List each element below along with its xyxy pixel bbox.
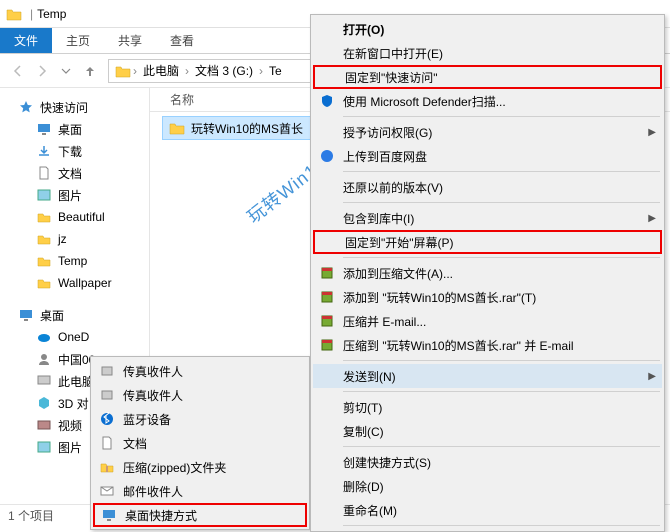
- pc-icon: [36, 373, 52, 389]
- context-menu: 打开(O) 在新窗口中打开(E) 固定到"快速访问" 使用 Microsoft …: [310, 14, 665, 532]
- tab-share[interactable]: 共享: [104, 28, 156, 53]
- folder-icon: [6, 6, 22, 22]
- crumb-folder[interactable]: Te: [265, 64, 286, 78]
- menu-zip[interactable]: 压缩(zipped)文件夹: [93, 455, 307, 479]
- menu-add-rar-named[interactable]: 添加到 "玩转Win10的MS酋长.rar"(T): [313, 285, 662, 309]
- menu-rename[interactable]: 重命名(M): [313, 498, 662, 522]
- menu-desktop-shortcut[interactable]: 桌面快捷方式: [93, 503, 307, 527]
- chevron-right-icon: ▶: [648, 371, 656, 382]
- file-name: 玩转Win10的MS酋长: [191, 120, 303, 137]
- shield-icon: [317, 93, 337, 109]
- rar-icon: [317, 265, 337, 281]
- fax-icon: [97, 387, 117, 403]
- tab-file[interactable]: 文件: [0, 28, 52, 53]
- menu-pin-quick-access[interactable]: 固定到"快速访问": [313, 65, 662, 89]
- folder-icon: [36, 253, 52, 269]
- download-icon: [36, 143, 52, 159]
- menu-pin-start[interactable]: 固定到"开始"屏幕(P): [313, 230, 662, 254]
- rar-icon: [317, 313, 337, 329]
- desktop-icon: [18, 307, 34, 323]
- tree-quick-access[interactable]: 快速访问: [0, 96, 149, 118]
- picture-icon: [36, 439, 52, 455]
- menu-rar-email[interactable]: 压缩并 E-mail...: [313, 309, 662, 333]
- tree-item[interactable]: Wallpaper: [0, 272, 149, 294]
- separator: |: [30, 7, 33, 21]
- sendto-submenu: 传真收件人 传真收件人 蓝牙设备 文档 压缩(zipped)文件夹 邮件收件人 …: [90, 356, 310, 530]
- tab-home[interactable]: 主页: [52, 28, 104, 53]
- tree-item[interactable]: Temp: [0, 250, 149, 272]
- folder-icon: [36, 275, 52, 291]
- status-text: 1 个项目: [8, 507, 54, 524]
- rar-icon: [317, 289, 337, 305]
- menu-bluetooth[interactable]: 蓝牙设备: [93, 407, 307, 431]
- 3d-icon: [36, 395, 52, 411]
- folder-icon: [169, 120, 185, 136]
- desktop-icon: [99, 507, 119, 523]
- folder-icon: [115, 63, 131, 79]
- menu-include-library[interactable]: 包含到库中(I)▶: [313, 206, 662, 230]
- baidu-icon: [317, 148, 337, 164]
- tree-desktop[interactable]: 桌面: [0, 304, 149, 326]
- menu-baidu-upload[interactable]: 上传到百度网盘: [313, 144, 662, 168]
- bluetooth-icon: [97, 411, 117, 427]
- menu-cut[interactable]: 剪切(T): [313, 395, 662, 419]
- tree-item[interactable]: 桌面: [0, 118, 149, 140]
- menu-fax2[interactable]: 传真收件人: [93, 383, 307, 407]
- chevron-right-icon: ▶: [648, 213, 656, 224]
- nav-forward[interactable]: [30, 59, 54, 83]
- rar-icon: [317, 337, 337, 353]
- mail-icon: [97, 483, 117, 499]
- fax-icon: [97, 363, 117, 379]
- nav-back[interactable]: [6, 59, 30, 83]
- menu-grant-access[interactable]: 授予访问权限(G)▶: [313, 120, 662, 144]
- tab-view[interactable]: 查看: [156, 28, 208, 53]
- menu-create-shortcut[interactable]: 创建快捷方式(S): [313, 450, 662, 474]
- tree-item[interactable]: 文档: [0, 162, 149, 184]
- document-icon: [36, 165, 52, 181]
- menu-new-window[interactable]: 在新窗口中打开(E): [313, 41, 662, 65]
- menu-send-to[interactable]: 发送到(N)▶: [313, 364, 662, 388]
- folder-icon: [36, 231, 52, 247]
- onedrive-icon: [36, 329, 52, 345]
- tree-item[interactable]: 下载: [0, 140, 149, 162]
- zip-icon: [97, 459, 117, 475]
- menu-delete[interactable]: 删除(D): [313, 474, 662, 498]
- nav-dropdown[interactable]: [54, 59, 78, 83]
- menu-add-rar[interactable]: 添加到压缩文件(A)...: [313, 261, 662, 285]
- nav-up[interactable]: [78, 59, 102, 83]
- tree-item[interactable]: Beautiful: [0, 206, 149, 228]
- menu-restore-previous[interactable]: 还原以前的版本(V): [313, 175, 662, 199]
- crumb-pc[interactable]: 此电脑: [139, 62, 183, 79]
- folder-icon: [36, 209, 52, 225]
- menu-documents[interactable]: 文档: [93, 431, 307, 455]
- menu-defender-scan[interactable]: 使用 Microsoft Defender扫描...: [313, 89, 662, 113]
- document-icon: [97, 435, 117, 451]
- tree-item[interactable]: jz: [0, 228, 149, 250]
- picture-icon: [36, 187, 52, 203]
- desktop-icon: [36, 121, 52, 137]
- menu-open[interactable]: 打开(O): [313, 17, 662, 41]
- menu-rar-named-email[interactable]: 压缩到 "玩转Win10的MS酋长.rar" 并 E-mail: [313, 333, 662, 357]
- user-icon: [36, 351, 52, 367]
- tree-item[interactable]: 图片: [0, 184, 149, 206]
- menu-copy[interactable]: 复制(C): [313, 419, 662, 443]
- video-icon: [36, 417, 52, 433]
- tree-item[interactable]: OneD: [0, 326, 149, 348]
- chevron-right-icon: ▶: [648, 127, 656, 138]
- menu-mail[interactable]: 邮件收件人: [93, 479, 307, 503]
- crumb-drive[interactable]: 文档 3 (G:): [191, 62, 257, 79]
- menu-fax1[interactable]: 传真收件人: [93, 359, 307, 383]
- star-icon: [18, 99, 34, 115]
